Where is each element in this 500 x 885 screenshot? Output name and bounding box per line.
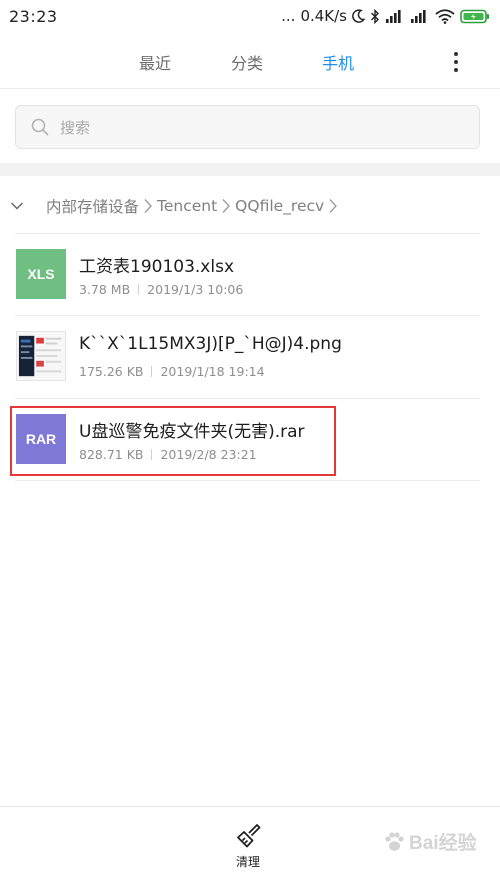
bottom-divider xyxy=(0,806,500,807)
clean-label: 清理 xyxy=(235,855,260,869)
signal-icon-2 xyxy=(411,10,426,23)
watermark: Bai经验 xyxy=(383,828,477,855)
chevron-right-icon xyxy=(144,199,152,213)
file-date: 2019/1/18 19:14 xyxy=(160,364,265,379)
bluetooth-icon xyxy=(371,8,379,24)
tab-bar: 最近 分类 手机 xyxy=(0,38,500,84)
search-placeholder: 搜索 xyxy=(60,118,91,137)
tab-phone[interactable]: 手机 xyxy=(322,50,354,74)
tab-recent[interactable]: 最近 xyxy=(139,50,171,74)
meta-separator xyxy=(138,284,140,295)
highlight-box xyxy=(10,406,336,476)
status-bar: 23:23 ... 0.4K/s xyxy=(0,0,500,32)
file-date: 2019/1/3 10:06 xyxy=(147,282,244,297)
tab-category[interactable]: 分类 xyxy=(231,50,263,74)
network-speed: 0.4K/s xyxy=(300,7,347,25)
broom-icon xyxy=(237,824,261,848)
chevron-down-icon[interactable] xyxy=(10,201,24,211)
list-divider xyxy=(15,480,480,481)
file-name: 工资表190103.xlsx xyxy=(79,257,235,277)
wifi-icon xyxy=(435,8,455,24)
search-input[interactable]: 搜索 xyxy=(15,105,480,149)
status-icons: ... 0.4K/s xyxy=(281,7,490,25)
file-row-png[interactable]: K``X`1L15MX3J)[P_`H@J)4.png 175.26 KB 20… xyxy=(0,315,500,397)
battery-icon xyxy=(460,9,489,23)
file-row-xlsx[interactable]: XLS 工资表190103.xlsx 3.78 MB 2019/1/3 10:0… xyxy=(0,233,500,315)
breadcrumb-item-storage[interactable]: 内部存储设备 xyxy=(46,195,139,217)
file-size: 3.78 MB xyxy=(79,282,131,297)
watermark-text: Bai经验 xyxy=(409,833,477,854)
meta-separator xyxy=(151,366,153,377)
image-thumbnail-icon xyxy=(16,331,66,381)
chevron-right-icon xyxy=(329,199,338,213)
file-name: K``X`1L15MX3J)[P_`H@J)4.png xyxy=(79,334,342,354)
file-meta: 175.26 KB 2019/1/18 19:14 xyxy=(79,364,265,379)
breadcrumb: 内部存储设备 Tencent QQfile_recv xyxy=(10,192,342,220)
moon-icon xyxy=(352,9,365,23)
section-gap xyxy=(0,163,500,176)
search-icon xyxy=(31,118,49,136)
status-dots: ... xyxy=(281,7,296,25)
file-size: 175.26 KB xyxy=(79,364,144,379)
signal-icon xyxy=(386,10,401,23)
tab-divider xyxy=(0,88,500,89)
paw-icon xyxy=(385,831,404,851)
chevron-right-icon xyxy=(222,199,231,213)
more-options-icon[interactable] xyxy=(446,50,466,74)
breadcrumb-item-qqfile-recv[interactable]: QQfile_recv xyxy=(235,197,324,215)
xls-file-icon: XLS xyxy=(16,249,66,299)
clean-button[interactable]: 清理 xyxy=(220,822,276,874)
breadcrumb-item-tencent[interactable]: Tencent xyxy=(157,197,217,215)
status-time: 23:23 xyxy=(9,6,58,26)
file-meta: 3.78 MB 2019/1/3 10:06 xyxy=(79,282,243,297)
